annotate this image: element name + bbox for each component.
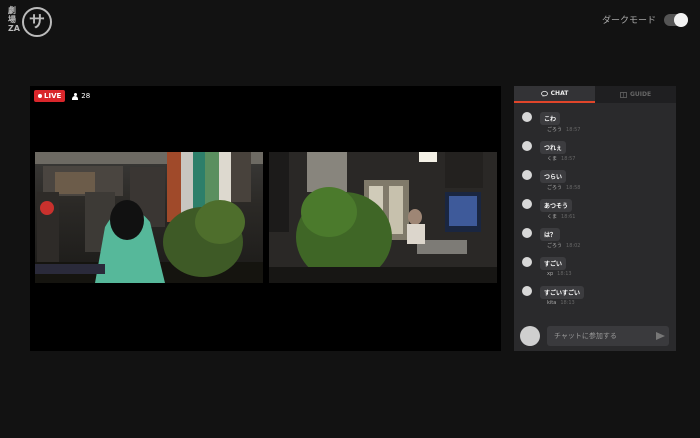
- video-scene-left: [35, 152, 263, 283]
- avatar: [522, 170, 532, 180]
- chat-username: ごろう: [547, 243, 563, 249]
- tab-guide-label: GUIDE: [629, 91, 652, 98]
- avatar: [522, 228, 532, 238]
- toggle-knob: [674, 12, 688, 27]
- tab-chat[interactable]: CHAT: [514, 86, 595, 103]
- viewer-count-value: 28: [81, 92, 91, 100]
- live-label: LIVE: [44, 92, 62, 100]
- chat-message-text: すごいすごい: [540, 286, 585, 299]
- viewer-count: 28: [69, 90, 93, 102]
- live-badge: LIVE: [34, 90, 66, 102]
- chat-tabs: CHAT GUIDE: [514, 86, 676, 103]
- chat-username: xp: [547, 271, 554, 277]
- chat-timestamp: 18:61: [561, 214, 576, 220]
- chat-input-row: チャットに参加する: [514, 322, 676, 351]
- video-frame: [35, 152, 497, 283]
- chat-bubble-icon: [540, 90, 548, 97]
- chat-message-meta: くま 18:57: [547, 155, 575, 162]
- chat-message-text: すごい: [540, 257, 567, 270]
- avatar: [522, 141, 532, 151]
- avatar: [522, 286, 532, 296]
- chat-message-meta: kita 18:13: [547, 300, 575, 306]
- chat-username: くま: [547, 214, 558, 220]
- avatar: [520, 326, 540, 346]
- logo-text: 劇 場 ZA: [8, 6, 20, 33]
- logo-mark: サ: [22, 7, 52, 37]
- chat-message-meta: くま 18:61: [547, 213, 575, 220]
- video-player[interactable]: LIVE 28: [30, 86, 501, 351]
- chat-timestamp: 18:13: [557, 271, 572, 277]
- chat-username: くま: [547, 156, 558, 162]
- video-scene-right: [269, 152, 497, 283]
- send-icon[interactable]: [656, 332, 665, 340]
- chat-message-text: こわ: [540, 112, 561, 125]
- chat-message-text: つらい: [540, 170, 567, 183]
- chat-timestamp: 18:02: [566, 243, 581, 249]
- chat-username: ごろう: [547, 185, 563, 191]
- avatar: [522, 257, 532, 267]
- stream-badges: LIVE 28: [34, 90, 93, 102]
- chat-message-text: は？: [540, 228, 561, 241]
- avatar: [522, 112, 532, 122]
- dark-mode-label: ダークモード: [601, 16, 656, 26]
- chat-panel: CHAT GUIDE こわ ごろう 18:57 つれぇ くま 18:57 つらい ご…: [514, 86, 676, 351]
- chat-input[interactable]: チャットに参加する: [547, 326, 669, 346]
- person-icon: [72, 92, 79, 100]
- dark-mode-control: ダークモード: [601, 12, 688, 27]
- video-feed-left: [35, 152, 263, 283]
- chat-message-meta: ごろう 18:57: [547, 126, 580, 133]
- video-feed-right: [269, 152, 497, 283]
- chat-message-text: あつそう: [540, 199, 573, 212]
- tab-guide[interactable]: GUIDE: [595, 86, 676, 103]
- chat-timestamp: 18:57: [561, 156, 576, 162]
- chat-message-meta: ごろう 18:58: [547, 184, 580, 191]
- chat-message-text: つれぇ: [540, 141, 567, 154]
- guide-icon: [620, 91, 627, 98]
- chat-timestamp: 18:57: [566, 127, 581, 133]
- chat-input-placeholder: チャットに参加する: [554, 332, 617, 340]
- tab-chat-label: CHAT: [550, 90, 569, 97]
- chat-message-meta: ごろう 18:02: [547, 242, 580, 249]
- chat-username: ごろう: [547, 127, 563, 133]
- chat-timestamp: 18:58: [566, 185, 581, 191]
- site-logo[interactable]: 劇 場 ZA サ: [8, 6, 52, 40]
- dark-mode-toggle[interactable]: [664, 12, 688, 27]
- chat-timestamp: 18:13: [560, 300, 575, 306]
- chat-username: kita: [547, 300, 557, 306]
- chat-message-meta: xp 18:13: [547, 271, 572, 277]
- live-dot-icon: [38, 94, 42, 98]
- avatar: [522, 199, 532, 209]
